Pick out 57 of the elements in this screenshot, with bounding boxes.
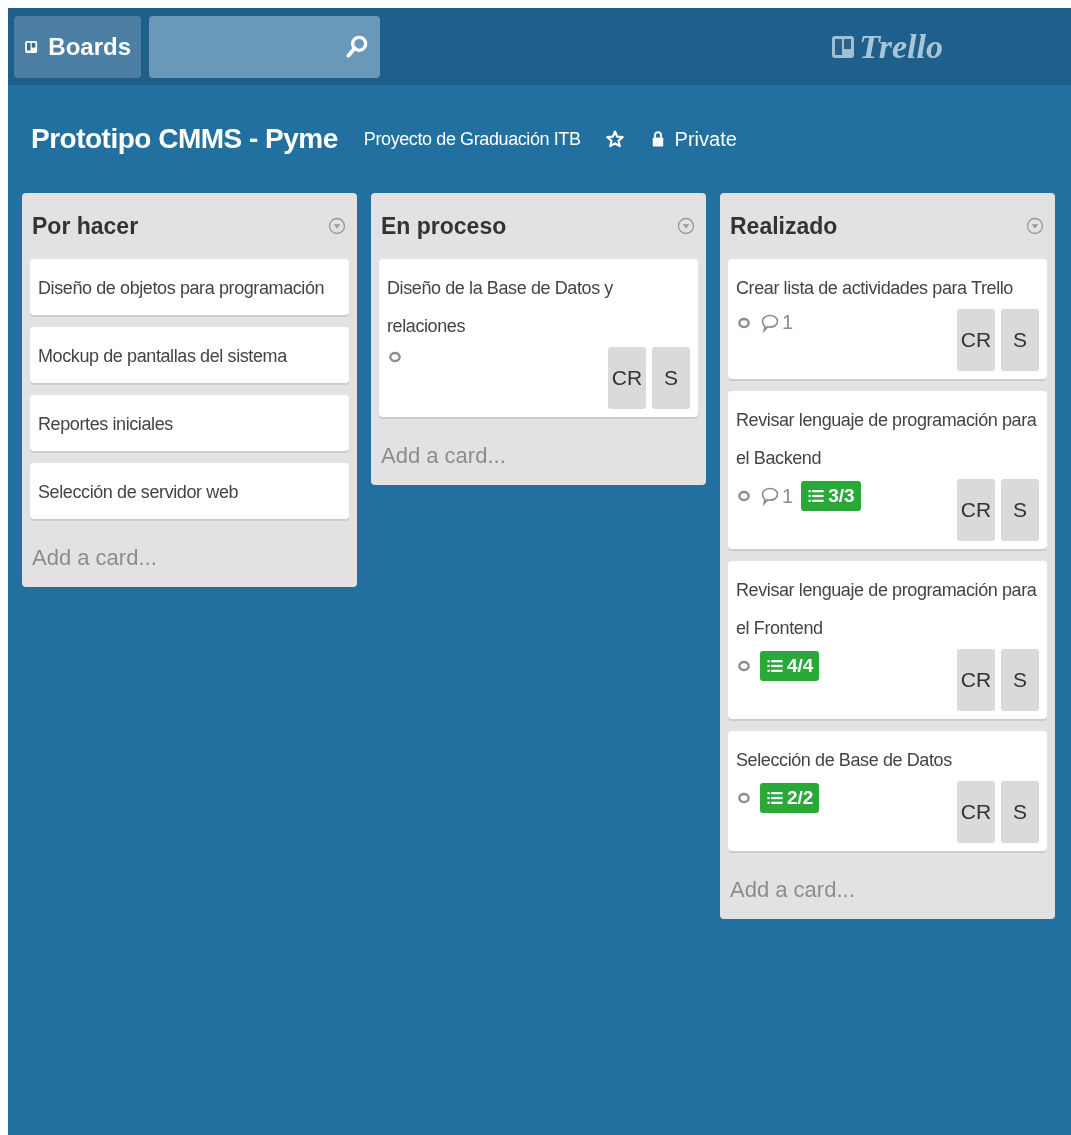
list-title[interactable]: Por hacer	[32, 212, 139, 240]
watch-icon	[387, 349, 403, 365]
checklist-icon	[807, 487, 826, 505]
star-icon[interactable]	[604, 129, 625, 149]
card-title: Diseño de objetos para programación	[38, 277, 326, 300]
member-avatar[interactable]: S	[1001, 781, 1039, 843]
card-title: Crear lista de actividades para Trello	[736, 277, 1014, 300]
checklist-badge: 3/3	[801, 481, 861, 511]
list-menu-icon[interactable]	[676, 216, 696, 236]
member-avatar[interactable]: S	[652, 347, 690, 409]
member-avatar[interactable]: S	[1001, 479, 1039, 541]
watch-icon	[736, 658, 752, 674]
card[interactable]: Mockup de pantallas del sistema	[30, 327, 349, 383]
watch-icon	[736, 488, 752, 504]
card[interactable]: Revisar lenguaje de programación para el Backend 1 3/3 CR S	[728, 391, 1047, 549]
trello-logo[interactable]: Trello	[831, 27, 943, 66]
card-title: Revisar lenguaje de programación para el Backend	[736, 409, 1038, 470]
card-title: Mockup de pantallas del sistema	[38, 345, 289, 368]
board-title[interactable]: Prototipo CMMS - Pyme	[31, 123, 338, 155]
card-title: Selección de servidor web	[38, 481, 240, 504]
member-avatar[interactable]: S	[1001, 649, 1039, 711]
list-title[interactable]: En proceso	[381, 212, 507, 240]
comment-icon	[760, 486, 780, 506]
search-icon[interactable]	[344, 33, 370, 60]
search-field[interactable]	[149, 15, 380, 78]
checklist-badge: 4/4	[760, 651, 820, 681]
list-title[interactable]: Realizado	[730, 212, 838, 240]
card[interactable]: Crear lista de actividades para Trello 1 CR S	[728, 259, 1047, 379]
card[interactable]: Reportes iniciales	[30, 395, 349, 451]
checklist-icon	[766, 789, 784, 807]
member-avatar[interactable]: CR	[957, 479, 995, 541]
card[interactable]: Selección de servidor web	[30, 463, 349, 519]
member-avatar[interactable]: S	[1001, 309, 1039, 371]
checklist-icon	[766, 657, 784, 675]
card-title: Revisar lenguaje de programación para el Frontend	[736, 579, 1038, 640]
member-avatar[interactable]: CR	[608, 347, 646, 409]
member-avatar[interactable]: CR	[957, 309, 995, 371]
checklist-badge: 2/2	[760, 783, 820, 813]
logo-icon	[831, 34, 856, 59]
list-menu-icon[interactable]	[1025, 216, 1045, 236]
comment-count: 1	[782, 311, 794, 334]
card[interactable]: Selección de Base de Datos 2/2 CR S	[728, 731, 1047, 851]
visibility-button[interactable]: Private	[648, 127, 737, 151]
list-menu-icon[interactable]	[327, 216, 347, 236]
card[interactable]: Diseño de la Base de Datos y relaciones CR S	[379, 259, 698, 417]
watch-icon	[736, 790, 752, 806]
team-name[interactable]: Proyecto de Graduación ITB	[363, 128, 581, 150]
comment-count: 1	[782, 484, 794, 508]
comment-icon	[760, 312, 780, 333]
card-title: Diseño de la Base de Datos y relaciones	[387, 277, 614, 338]
card-title: Selección de Base de Datos	[736, 749, 953, 772]
boards-button[interactable]: Boards	[14, 15, 141, 78]
member-avatar[interactable]: CR	[957, 649, 995, 711]
card-title: Reportes iniciales	[38, 413, 174, 436]
member-avatar[interactable]: CR	[957, 781, 995, 843]
card[interactable]: Diseño de objetos para programación	[30, 259, 349, 315]
card[interactable]: Revisar lenguaje de programación para el Frontend 4/4 CR S	[728, 561, 1047, 719]
